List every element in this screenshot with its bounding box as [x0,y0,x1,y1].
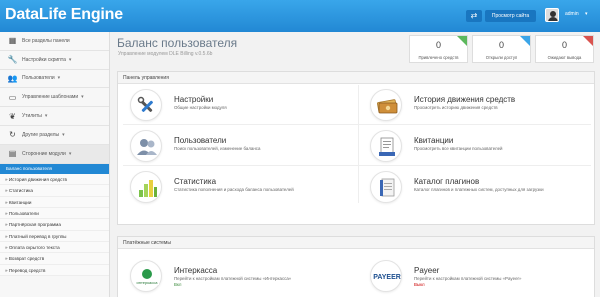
sidebar-subitem[interactable]: » Партнёрская программа [0,219,109,231]
user-name[interactable]: admin [565,11,579,17]
tile-settings[interactable]: Настройки Общие настройки модуля [118,86,348,124]
monitor-icon: ▭ [8,92,17,102]
bar-chart-icon [130,171,162,203]
leaf-icon: ❦ [9,111,16,121]
refresh-icon: ↻ [9,130,16,140]
sidebar-item-users[interactable]: 👥 Пользователи ▾ [0,70,109,89]
stat-raised-funds: 0 Привлечено средств [409,35,468,63]
sidebar-subitem[interactable]: » Статистика [0,185,109,197]
page-title: Баланс пользователя [117,36,238,50]
sidebar-subitem-balance[interactable]: Баланс пользователя [0,163,109,175]
tools-icon [130,89,162,121]
chevron-down-icon: ▾ [68,150,72,157]
view-site-button[interactable]: Просмотр сайта [485,10,536,22]
wrench-icon: 🔧 [7,55,18,65]
sidebar-subitem[interactable]: » История движения средств [0,174,109,186]
tile-statistics[interactable]: Статистика Статистика пополнения и расхо… [118,168,348,206]
page-subtitle: Управление модулем DLE Billing v.0.5.6b [118,51,213,57]
document-icon: ▤ [8,149,17,159]
stat-opened-access: 0 Открыли доступ [472,35,531,63]
users-icon: 👥 [7,73,18,83]
status-label: Выкл [414,282,425,287]
svg-text:PAYEER: PAYEER [373,274,401,281]
sidebar-subitem[interactable]: » Возврат средств [0,253,109,265]
users-icon [130,130,162,162]
interkassa-logo: интеркасса [130,260,162,292]
payeer-logo: PAYEER [370,260,402,292]
sidebar-item-script-settings[interactable]: 🔧 Настройки скрипта ▾ [0,51,109,70]
chevron-down-icon: ▾ [68,56,72,63]
switch-layout-button[interactable]: ⇄ [466,10,482,22]
tile-transaction-history[interactable]: История движения средств Просмотреть ист… [358,86,588,124]
svg-text:интеркасса: интеркасса [137,280,159,285]
payment-systems-heading: Платёжные системы [118,237,594,249]
swap-icon: ⇄ [470,11,478,20]
catalog-icon [370,171,402,203]
chevron-down-icon: ▾ [81,94,84,101]
tile-users[interactable]: Пользователи Поиск пользователей, измене… [118,127,348,165]
top-bar: DataLife Engine ⇄ Просмотр сайта admin ▾ [0,0,600,32]
app-logo[interactable]: DataLife Engine [5,6,123,24]
sidebar-item-third-party-modules[interactable]: ▤ Сторонние модули ▾ [0,144,109,164]
control-panel-heading: Панель управления [118,72,594,84]
chevron-down-icon[interactable]: ▾ [585,11,588,17]
sidebar-item-other-sections[interactable]: ↻ Другие разделы ▾ [0,126,109,145]
sidebar-subitem[interactable]: » Оплата скрытого текста [0,242,109,254]
payment-systems-panel: Платёжные системы интеркасса Интеркасса … [117,236,595,297]
sidebar-item-all-sections[interactable]: ▦ Все разделы панели [0,32,109,51]
sidebar: ▦ Все разделы панели 🔧 Настройки скрипта… [0,32,110,297]
tile-receipts[interactable]: Квитанции Просмотреть все квитанции поль… [358,127,588,165]
sidebar-item-templates[interactable]: ▭ Управление шаблонами ▾ [0,88,109,108]
grid-icon: ▦ [8,36,17,46]
chevron-down-icon: ▾ [44,113,48,120]
tile-payeer[interactable]: PAYEER Payeer Перейти к настройкам плате… [358,257,588,295]
user-avatar[interactable] [545,8,559,22]
sidebar-subitem[interactable]: » Пользователи [0,208,109,220]
control-panel: Панель управления Настройки Общие настро… [117,71,595,225]
sidebar-subitem[interactable]: » Квитанции [0,196,109,209]
chevron-down-icon: ▾ [57,75,61,82]
sidebar-subitem[interactable]: » Перевод средств [0,264,109,277]
sidebar-subitem[interactable]: » Платный перевод в группы [0,230,109,243]
money-icon [370,89,402,121]
sidebar-item-utilities[interactable]: ❦ Утилиты ▾ [0,107,109,126]
stat-awaiting-withdrawal: 0 Ожидают вывода [535,35,594,63]
chevron-down-icon: ▾ [62,131,65,138]
tile-plugin-catalog[interactable]: Каталог плагинов Каталог плагинов и плат… [358,168,588,206]
tile-interkassa[interactable]: интеркасса Интеркасса Перейти к настройк… [118,257,348,295]
status-label: Вкл [174,282,182,287]
receipt-icon [370,130,402,162]
